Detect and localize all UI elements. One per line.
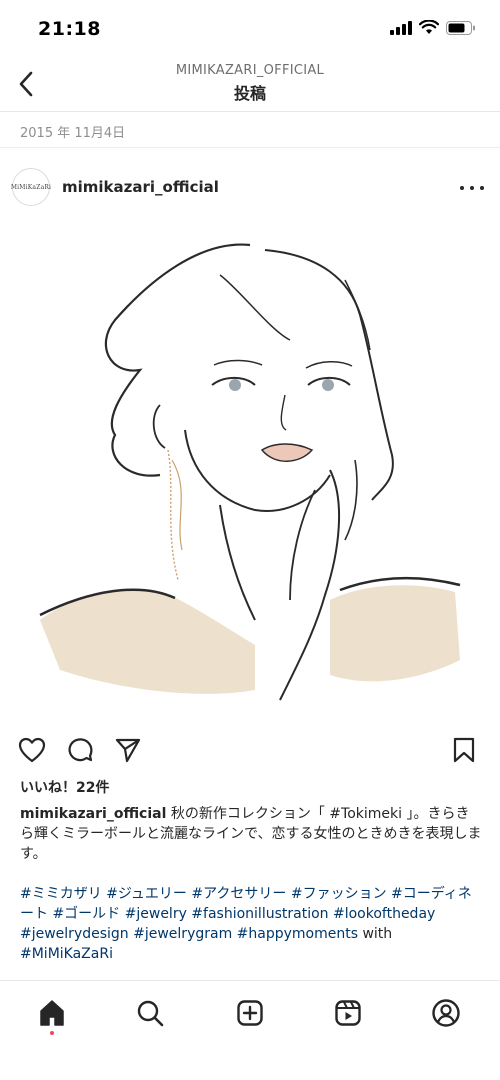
post-actions (0, 730, 500, 770)
post-header: MiMiKaZaRi mimikazari_official (0, 162, 500, 214)
battery-icon (446, 20, 475, 35)
like-button[interactable] (16, 734, 48, 766)
page-title: 投稿 (233, 84, 266, 103)
navigation-bar: MIMIKAZARI_OFFICIAL 投稿 (0, 56, 500, 112)
post-date: 2015 年 11月4日 (20, 126, 126, 141)
nav-title: MIMIKAZARI_OFFICIAL 投稿 (0, 63, 500, 104)
likes-count[interactable]: いいね！22件 (20, 777, 109, 797)
add-post-icon (237, 1000, 263, 1026)
comment-icon (68, 738, 93, 762)
more-options-button[interactable] (460, 178, 484, 198)
save-button[interactable] (448, 734, 480, 766)
reels-icon (335, 1000, 361, 1026)
status-icons (390, 20, 476, 35)
nav-subtitle: MIMIKAZARI_OFFICIAL (175, 63, 325, 78)
more-horizontal-icon (460, 186, 464, 190)
bottom-tab-bar (0, 980, 500, 1080)
tab-home[interactable] (34, 995, 70, 1031)
caption-username[interactable]: mimikazari_official (20, 806, 166, 822)
with-word: with (362, 926, 393, 942)
share-button[interactable] (112, 734, 144, 766)
tab-search[interactable] (132, 995, 168, 1031)
status-bar: 21:18 (0, 0, 500, 56)
profile-icon (432, 999, 460, 1027)
post-image[interactable] (0, 220, 500, 720)
bookmark-icon (453, 737, 475, 763)
tab-new-post[interactable] (232, 995, 268, 1031)
tab-profile[interactable] (428, 995, 464, 1031)
heart-icon (18, 737, 46, 763)
tab-reels[interactable] (330, 995, 366, 1031)
mention-link[interactable]: #MiMiKaZaRi (20, 946, 113, 962)
cellular-signal-icon (390, 20, 412, 35)
comment-button[interactable] (64, 734, 96, 766)
send-icon (115, 738, 141, 763)
notification-dot (50, 1031, 54, 1035)
search-icon (137, 1000, 164, 1027)
fashion-illustration (39, 243, 461, 701)
avatar-logo: MiMiKaZaRi (10, 183, 52, 191)
post-caption: mimikazari_official 秋の新作コレクション「 #Tokimek… (20, 804, 482, 864)
post-username[interactable]: mimikazari_official (62, 178, 219, 196)
avatar[interactable]: MiMiKaZaRi (10, 168, 52, 206)
home-icon (40, 1000, 64, 1026)
divider (0, 147, 500, 148)
status-time: 21:18 (38, 18, 101, 40)
wifi-icon (419, 20, 439, 34)
hashtag-block: #ミミカザリ #ジュエリー #アクセサリー #ファッション #コーディネート #… (20, 884, 482, 964)
hashtags[interactable]: #ミミカザリ #ジュエリー #アクセサリー #ファッション #コーディネート #… (20, 886, 472, 942)
